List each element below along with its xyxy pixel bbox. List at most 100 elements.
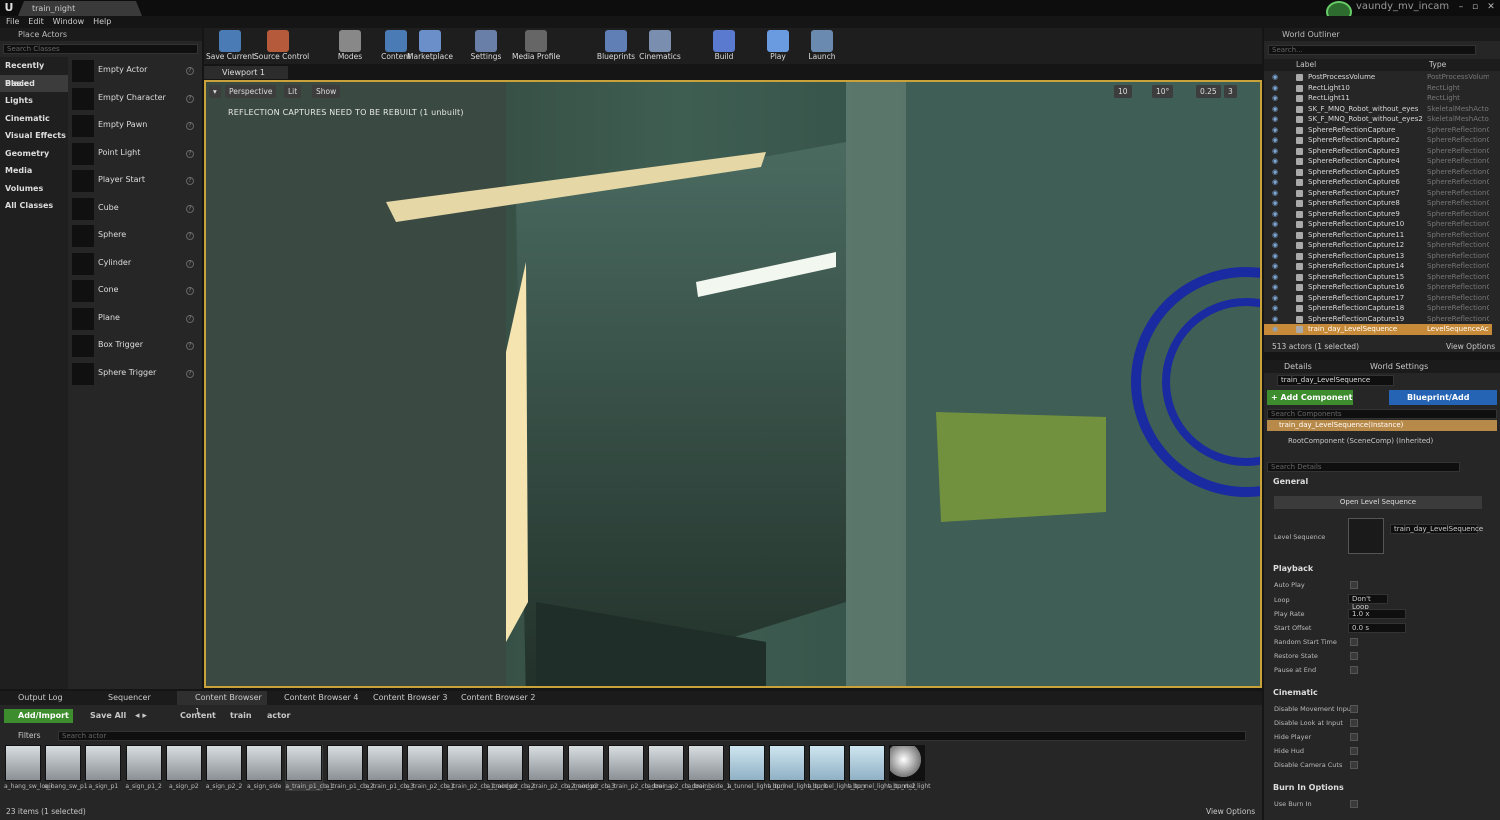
outliner-row[interactable]: ◉ SK_F_MNQ_Robot_without_eyes2 SkeletalMes… (1264, 114, 1492, 125)
level-sequence-value[interactable]: train_day_LevelSequence (1390, 524, 1483, 534)
add-component-button[interactable]: + Add Component (1267, 390, 1353, 405)
auto-play-checkbox[interactable] (1350, 581, 1358, 589)
help-icon[interactable]: ? (186, 259, 194, 268)
visibility-eye-icon[interactable]: ◉ (1272, 135, 1278, 146)
filters-button[interactable]: Filters (6, 731, 40, 740)
outliner-row[interactable]: ◉ SphereReflectionCapture8 SphereReflectio… (1264, 198, 1492, 209)
asset-tile[interactable]: a_tunnel_light_bp_rt_2 (848, 745, 916, 791)
viewport-options-button[interactable]: ▾ (209, 85, 221, 98)
asset-tile[interactable]: a_sign_side (245, 745, 283, 791)
outliner-row[interactable]: ◉ SphereReflectionCapture14 SphereReflecti… (1264, 261, 1492, 272)
visibility-eye-icon[interactable]: ◉ (1272, 93, 1278, 104)
outliner-row[interactable]: ◉ SphereReflectionCapture12 SphereReflecti… (1264, 240, 1492, 251)
category-general[interactable]: General (1264, 476, 1500, 488)
grid-snap-value[interactable]: 10 (1114, 85, 1132, 98)
visibility-eye-icon[interactable]: ◉ (1272, 125, 1278, 136)
category-lights[interactable]: Lights (0, 92, 68, 110)
disable-movement-checkbox[interactable] (1350, 705, 1358, 713)
place-actor-item[interactable]: Player Start? (70, 169, 198, 195)
search-details-input[interactable]: Search Details (1267, 462, 1460, 472)
help-icon[interactable]: ? (186, 177, 194, 185)
rotation-snap-value[interactable]: 10° (1152, 85, 1174, 98)
toolbar-button[interactable]: Marketplace (406, 28, 454, 64)
visibility-eye-icon[interactable]: ◉ (1272, 146, 1278, 157)
asset-tile[interactable]: a_tunnel_light_bp_lt (768, 745, 828, 791)
place-actor-item[interactable]: Box Trigger? (70, 334, 198, 360)
search-actor-input[interactable]: Search actor (58, 731, 1246, 741)
category-recently-placed[interactable]: Recently Placed (0, 57, 68, 88)
outliner-row[interactable]: ◉ SK_F_MNQ_Robot_without_eyes SkeletalMesh… (1264, 104, 1492, 115)
outliner-row[interactable]: ◉ SphereReflectionCapture16 SphereReflecti… (1264, 282, 1492, 293)
visibility-eye-icon[interactable]: ◉ (1272, 272, 1278, 283)
maximize-button[interactable]: ▫ (1468, 1, 1482, 13)
outliner-row[interactable]: ◉ SphereReflectionCapture10 SphereReflecti… (1264, 219, 1492, 230)
toolbar-button[interactable]: Save Current (206, 28, 255, 64)
outliner-row[interactable]: ◉ SphereReflectionCapture6 SphereReflectio… (1264, 177, 1492, 188)
path-actor[interactable]: actor (267, 711, 290, 720)
column-label[interactable]: Label (1296, 59, 1316, 71)
place-actor-item[interactable]: Empty Actor? (70, 59, 198, 85)
component-instance-row[interactable]: train_day_LevelSequence(Instance) (1267, 420, 1497, 431)
restore-state-checkbox[interactable] (1350, 652, 1358, 660)
visibility-eye-icon[interactable]: ◉ (1272, 167, 1278, 178)
asset-tile[interactable]: a_tunnel_light (888, 745, 930, 791)
column-type[interactable]: Type (1429, 59, 1446, 71)
visibility-eye-icon[interactable]: ◉ (1272, 104, 1278, 115)
help-icon[interactable]: ? (186, 67, 194, 75)
toolbar-button[interactable]: Blueprints (592, 28, 640, 64)
hide-hud-checkbox[interactable] (1350, 747, 1358, 755)
visibility-eye-icon[interactable]: ◉ (1272, 198, 1278, 209)
help-icon[interactable]: ? (186, 149, 194, 158)
place-actor-item[interactable]: Sphere Trigger? (70, 362, 198, 388)
help-icon[interactable]: ? (186, 314, 194, 323)
asset-tile[interactable]: a_train_p2_cb_3 (567, 745, 615, 791)
back-forward-icon[interactable]: ◂ ▸ (135, 711, 147, 721)
asset-tile[interactable]: a_train_p2_cb_door_b (647, 745, 712, 791)
category-burn-in[interactable]: Burn In Options (1264, 782, 1500, 794)
outliner-row[interactable]: ◉ SphereReflectionCapture19 SphereReflecti… (1264, 314, 1492, 325)
tab-details[interactable]: Details (1284, 362, 1312, 371)
asset-tile[interactable]: a_train_p1_cb_3 (366, 745, 414, 791)
place-actor-item[interactable]: Cylinder? (70, 252, 198, 278)
help-icon[interactable]: ? (186, 232, 194, 240)
visibility-eye-icon[interactable]: ◉ (1272, 177, 1278, 188)
tab-sequencer[interactable]: Sequencer (90, 691, 151, 705)
visibility-eye-icon[interactable]: ◉ (1272, 156, 1278, 167)
place-actor-item[interactable]: Sphere? (70, 224, 198, 250)
place-actor-item[interactable]: Cone? (70, 279, 198, 305)
visibility-eye-icon[interactable]: ◉ (1272, 261, 1278, 272)
viewport[interactable]: ▾ Perspective Lit Show 10 10° 0.25 3 REF… (204, 80, 1262, 688)
asset-tile[interactable]: a_sign_p1 (84, 745, 122, 791)
visibility-eye-icon[interactable]: ◉ (1272, 251, 1278, 262)
toolbar-button[interactable]: Launch (798, 28, 846, 64)
asset-tile[interactable]: a_hang_sw_logic (4, 745, 54, 791)
asset-tile[interactable]: a_tunnel_light_bp_l (728, 745, 785, 791)
add-import-button[interactable]: Add/Import (4, 709, 73, 723)
asset-tile[interactable]: a_hang_sw_p1 (44, 745, 88, 791)
outliner-row[interactable]: ◉ SphereReflectionCapture15 SphereReflecti… (1264, 272, 1492, 283)
show-button[interactable]: Show (312, 85, 341, 98)
menu-window[interactable]: Window (47, 16, 85, 27)
visibility-eye-icon[interactable]: ◉ (1272, 230, 1278, 241)
tab-output-log[interactable]: Output Log (0, 691, 63, 705)
toolbar-button[interactable]: Source Control (254, 28, 309, 64)
menu-edit[interactable]: Edit (22, 16, 44, 27)
outliner-row[interactable]: ◉ RectLight11 RectLight (1264, 93, 1492, 104)
visibility-eye-icon[interactable]: ◉ (1272, 293, 1278, 304)
disable-camera-cuts-checkbox[interactable] (1350, 761, 1358, 769)
toolbar-button[interactable]: Build (700, 28, 748, 64)
close-button[interactable]: ✕ (1484, 1, 1498, 13)
visibility-eye-icon[interactable]: ◉ (1272, 303, 1278, 314)
start-offset-field[interactable]: 0.0 s (1348, 623, 1406, 633)
place-actor-item[interactable]: Cube? (70, 197, 198, 223)
asset-tile[interactable]: a_tunnel_light_bp_r (808, 745, 866, 791)
visibility-eye-icon[interactable]: ◉ (1272, 240, 1278, 251)
category-cinematic[interactable]: Cinematic (1264, 687, 1500, 699)
outliner-view-options[interactable]: View Options (1446, 342, 1495, 351)
use-burn-in-checkbox[interactable] (1350, 800, 1358, 808)
blueprint-add-script-button[interactable]: Blueprint/Add Script (1389, 390, 1497, 417)
asset-tile[interactable]: a_train_p2_cb_2_nodoor (527, 745, 599, 791)
asset-tile[interactable]: a_sign_p2 (165, 745, 203, 791)
outliner-row[interactable]: ◉ RectLight10 RectLight (1264, 83, 1492, 94)
level-sequence-thumbnail[interactable] (1348, 518, 1384, 554)
